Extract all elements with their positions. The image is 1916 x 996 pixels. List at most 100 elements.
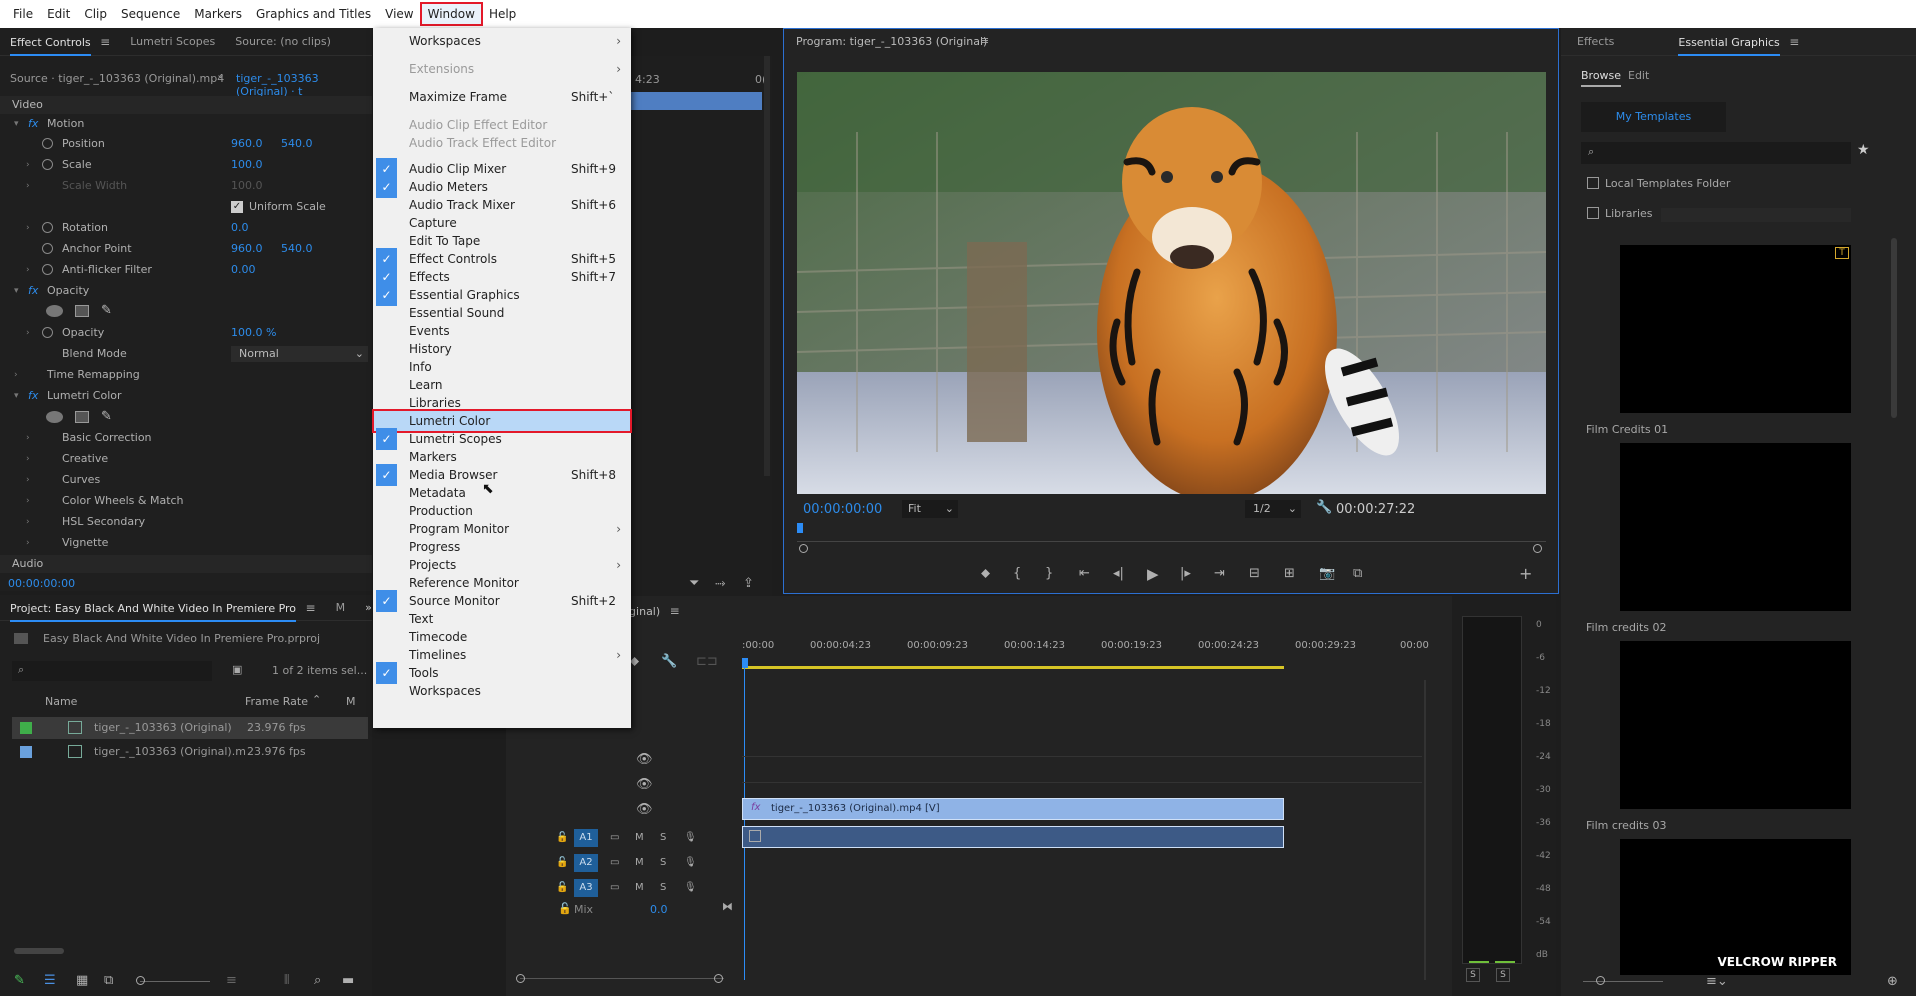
- zoom-slider-handle[interactable]: [136, 976, 145, 985]
- solo-button[interactable]: S: [660, 832, 666, 843]
- eye-icon[interactable]: 👁: [636, 802, 653, 817]
- stopwatch-icon[interactable]: [42, 264, 53, 275]
- pencil-icon[interactable]: ✎: [14, 973, 25, 988]
- tab-project[interactable]: Project: Easy Black And White Video In P…: [0, 594, 326, 622]
- zoom-handle-left[interactable]: [516, 974, 525, 983]
- eye-icon[interactable]: 👁: [636, 752, 653, 767]
- vignette-row[interactable]: › Vignette: [0, 533, 372, 553]
- mute-button[interactable]: M: [635, 882, 644, 893]
- blend-mode-select[interactable]: Normal ⌄: [231, 346, 368, 362]
- audio-track-label[interactable]: A2: [574, 854, 598, 872]
- timeline-playhead[interactable]: [742, 658, 748, 668]
- add-button-icon[interactable]: +: [1519, 564, 1532, 583]
- microphone-icon[interactable]: 🎙: [684, 832, 697, 843]
- freeform-view-icon[interactable]: ⧉: [104, 973, 113, 988]
- stopwatch-icon[interactable]: [42, 138, 53, 149]
- expand-triangle-icon[interactable]: ›: [26, 260, 30, 280]
- column-framerate-header[interactable]: Frame Rate: [245, 695, 308, 708]
- project-list-item[interactable]: tiger_-_103363 (Original).m 23.976 fps: [12, 741, 368, 763]
- stopwatch-icon[interactable]: [42, 222, 53, 233]
- lock-icon[interactable]: 🔓: [556, 832, 568, 843]
- go-to-out-icon[interactable]: ⇥: [1214, 566, 1225, 581]
- export-frame-icon[interactable]: ⇪: [743, 576, 754, 591]
- timeline-tab[interactable]: iginal) ≡: [626, 604, 680, 618]
- subtab-browse[interactable]: Browse: [1581, 69, 1622, 87]
- lock-icon[interactable]: 🔓: [558, 902, 572, 915]
- menu-markers[interactable]: Markers: [187, 3, 249, 25]
- extract-icon[interactable]: ⊞: [1284, 566, 1295, 581]
- track-output-icon[interactable]: ▭: [610, 832, 619, 843]
- sort-up-icon[interactable]: ⌃: [312, 693, 321, 706]
- expand-triangle-icon[interactable]: ›: [26, 155, 30, 175]
- rotation-value[interactable]: 0.0: [231, 218, 249, 238]
- menu-sequence[interactable]: Sequence: [114, 3, 187, 25]
- lift-icon[interactable]: ⊟: [1249, 566, 1260, 581]
- vertical-scrollbar[interactable]: [1891, 238, 1897, 418]
- audio-track-label[interactable]: A1: [574, 829, 598, 847]
- template-thumbnail[interactable]: [1620, 641, 1851, 809]
- automate-icon[interactable]: ⫴: [284, 973, 289, 988]
- expand-triangle-icon[interactable]: ›: [26, 218, 30, 238]
- tab-effects[interactable]: Effects: [1561, 28, 1624, 56]
- slider-handle[interactable]: [1596, 976, 1605, 985]
- template-thumbnail[interactable]: [1620, 443, 1851, 611]
- collapse-triangle-icon[interactable]: ▾: [14, 386, 19, 406]
- curves-row[interactable]: › Curves: [0, 470, 372, 490]
- add-marker-icon[interactable]: ⬥: [981, 566, 990, 581]
- anchor-y-value[interactable]: 540.0: [281, 239, 313, 259]
- solo-left-button[interactable]: S: [1466, 968, 1480, 982]
- uniform-scale-checkbox[interactable]: ✓: [231, 201, 243, 213]
- subtab-edit[interactable]: Edit: [1628, 69, 1649, 82]
- motion-row[interactable]: ▾ fx Motion: [0, 114, 372, 134]
- program-title[interactable]: Program: tiger_-_103363 (Original): [796, 35, 987, 48]
- opacity-value[interactable]: 100.0 %: [231, 323, 276, 343]
- solo-button[interactable]: S: [660, 857, 666, 868]
- ellipse-mask-icon[interactable]: [46, 411, 63, 423]
- lock-icon[interactable]: 🔓: [556, 857, 568, 868]
- templates-search-input[interactable]: ⌕: [1581, 142, 1851, 164]
- sort-icon[interactable]: ≡: [226, 973, 237, 988]
- menu-graphics-and-titles[interactable]: Graphics and Titles: [249, 3, 378, 25]
- my-templates-button[interactable]: My Templates: [1581, 102, 1726, 132]
- solo-right-button[interactable]: S: [1496, 968, 1510, 982]
- mute-button[interactable]: M: [635, 832, 644, 843]
- collapse-triangle-icon[interactable]: ▾: [14, 114, 19, 134]
- track-output-icon[interactable]: ▭: [610, 857, 619, 868]
- effect-controls-timecode[interactable]: 00:00:00:00: [8, 577, 75, 590]
- time-remapping-row[interactable]: › Time Remapping: [0, 365, 372, 385]
- menu-edit[interactable]: Edit: [40, 3, 77, 25]
- microphone-icon[interactable]: 🎙: [684, 882, 697, 893]
- hsl-secondary-row[interactable]: › HSL Secondary: [0, 512, 372, 532]
- mix-value[interactable]: 0.0: [650, 903, 668, 916]
- play-icon[interactable]: ▶: [1147, 565, 1159, 583]
- captions-icon[interactable]: ⊏⊐: [696, 654, 718, 669]
- ellipse-mask-icon[interactable]: [46, 305, 63, 317]
- zoom-handle-left[interactable]: [799, 544, 808, 553]
- new-bin-icon[interactable]: ▬: [342, 973, 354, 988]
- tab-effect-controls[interactable]: Effect Controls ≡: [0, 28, 120, 56]
- horizontal-scrollbar[interactable]: [14, 948, 64, 954]
- project-list-item[interactable]: tiger_-_103363 (Original) 23.976 fps: [12, 717, 368, 739]
- stopwatch-icon[interactable]: [42, 243, 53, 254]
- pen-mask-icon[interactable]: ✎: [101, 301, 112, 321]
- sequence-clip-label[interactable]: tiger_-_103363 (Original) · t: [236, 72, 372, 98]
- creative-row[interactable]: › Creative: [0, 449, 372, 469]
- stopwatch-icon[interactable]: [42, 327, 53, 338]
- tab-source[interactable]: Source: (no clips): [225, 28, 341, 56]
- audio-clip[interactable]: [742, 826, 1284, 848]
- video-clip[interactable]: fx tiger_-_103363 (Original).mp4 [V]: [742, 798, 1284, 820]
- comparison-view-icon[interactable]: ⧉: [1353, 566, 1362, 581]
- label-color-swatch[interactable]: [20, 722, 32, 734]
- tab-media[interactable]: M: [326, 594, 356, 622]
- icon-view-icon[interactable]: ▦: [76, 973, 88, 988]
- work-area-bar[interactable]: [742, 666, 1284, 669]
- label-color-swatch[interactable]: [20, 746, 32, 758]
- expand-triangle-icon[interactable]: ›: [26, 323, 30, 343]
- column-m-header[interactable]: M: [346, 695, 356, 708]
- antiflicker-value[interactable]: 0.00: [231, 260, 256, 280]
- project-search-input[interactable]: ⌕: [12, 661, 212, 681]
- menu-clip[interactable]: Clip: [77, 3, 114, 25]
- lumetri-section-row[interactable]: ▾ fx Lumetri Color: [0, 386, 372, 406]
- collapse-triangle-icon[interactable]: ▾: [14, 281, 19, 301]
- tab-lumetri-scopes[interactable]: Lumetri Scopes: [120, 28, 225, 56]
